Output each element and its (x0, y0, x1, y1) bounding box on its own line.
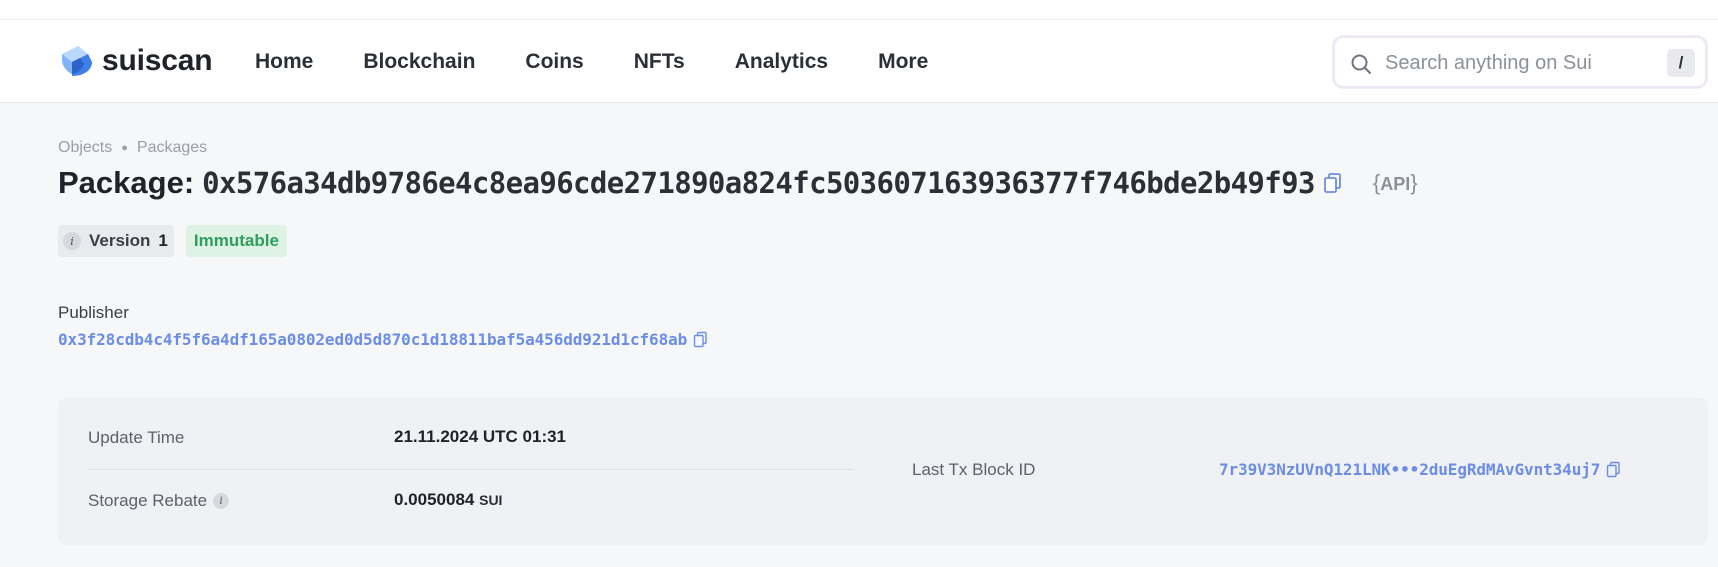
last-tx-block-link[interactable]: 7r39V3NzUVnQ121LNK•••2duEgRdMAvGvnt34uj7 (1219, 460, 1600, 479)
storage-rebate-value: 0.0050084 (394, 490, 475, 509)
nav-coins[interactable]: Coins (525, 50, 583, 74)
storage-rebate-value-row: 0.0050084 SUI (394, 490, 502, 510)
nav-blockchain[interactable]: Blockchain (363, 50, 475, 74)
site-header: suiscan Home Blockchain Coins NFTs Analy… (0, 20, 1718, 103)
search-shortcut-key: / (1667, 49, 1695, 77)
publisher-label: Publisher (58, 303, 129, 322)
version-label: Version (89, 231, 151, 250)
publisher-row: 0x3f28cdb4c4f5f6a4df165a0802ed0d5d870c1d… (58, 330, 708, 349)
nav-analytics[interactable]: Analytics (735, 50, 828, 74)
copy-icon (1607, 461, 1621, 478)
api-label: API (1380, 174, 1411, 194)
suiscan-logo-icon (62, 46, 92, 76)
info-icon[interactable]: i (63, 232, 81, 250)
storage-rebate-label-row: Storage Rebate i (88, 491, 230, 511)
last-tx-block-label: Last Tx Block ID (912, 460, 1036, 479)
update-time-label: Update Time (88, 428, 185, 447)
last-tx-block-row: 7r39V3NzUVnQ121LNK•••2duEgRdMAvGvnt34uj7 (1219, 460, 1621, 479)
copy-icon (693, 331, 707, 348)
top-strip (0, 0, 1718, 20)
copy-icon (1323, 173, 1341, 193)
breadcrumb: Objects ● Packages (58, 139, 207, 157)
search-icon (1351, 54, 1371, 74)
search-box[interactable]: / (1333, 36, 1707, 88)
main-nav: Home Blockchain Coins NFTs Analytics Mor… (255, 50, 978, 74)
version-value: 1 (158, 231, 168, 250)
nav-nfts[interactable]: NFTs (634, 50, 685, 74)
immutable-badge: Immutable (185, 225, 287, 257)
publisher-address-link[interactable]: 0x3f28cdb4c4f5f6a4df165a0802ed0d5d870c1d… (58, 330, 687, 349)
package-details-card: Update Time 21.11.2024 UTC 01:31 Storage… (58, 398, 1708, 545)
page-title: Package: 0x576a34db9786e4c8ea96cde271890… (58, 165, 1418, 201)
package-badges: i Version 1 Immutable (58, 225, 287, 257)
logo-text: suiscan (102, 44, 213, 77)
nav-home[interactable]: Home (255, 50, 313, 74)
breadcrumb-packages[interactable]: Packages (137, 139, 207, 157)
copy-last-tx-button[interactable] (1606, 461, 1621, 478)
title-label: Package: (58, 165, 195, 200)
search-input[interactable] (1385, 48, 1645, 78)
version-badge: i Version 1 (58, 225, 174, 257)
storage-rebate-unit: SUI (479, 492, 503, 508)
storage-rebate-label: Storage Rebate (88, 491, 208, 510)
copy-publisher-button[interactable] (693, 331, 708, 348)
api-link[interactable]: {API} (1373, 170, 1418, 196)
copy-package-id-button[interactable] (1323, 172, 1343, 194)
suiscan-logo[interactable]: suiscan (58, 42, 213, 80)
api-brace-right: } (1410, 170, 1418, 195)
page-bottom (0, 556, 1718, 567)
breadcrumb-separator: ● (121, 142, 128, 154)
update-time-value: 21.11.2024 UTC 01:31 (394, 427, 567, 446)
package-id: 0x576a34db9786e4c8ea96cde271890a824fc503… (202, 166, 1315, 200)
breadcrumb-objects[interactable]: Objects (58, 139, 112, 157)
details-divider (88, 469, 854, 470)
nav-more[interactable]: More (878, 50, 928, 74)
info-icon[interactable]: i (213, 493, 230, 509)
